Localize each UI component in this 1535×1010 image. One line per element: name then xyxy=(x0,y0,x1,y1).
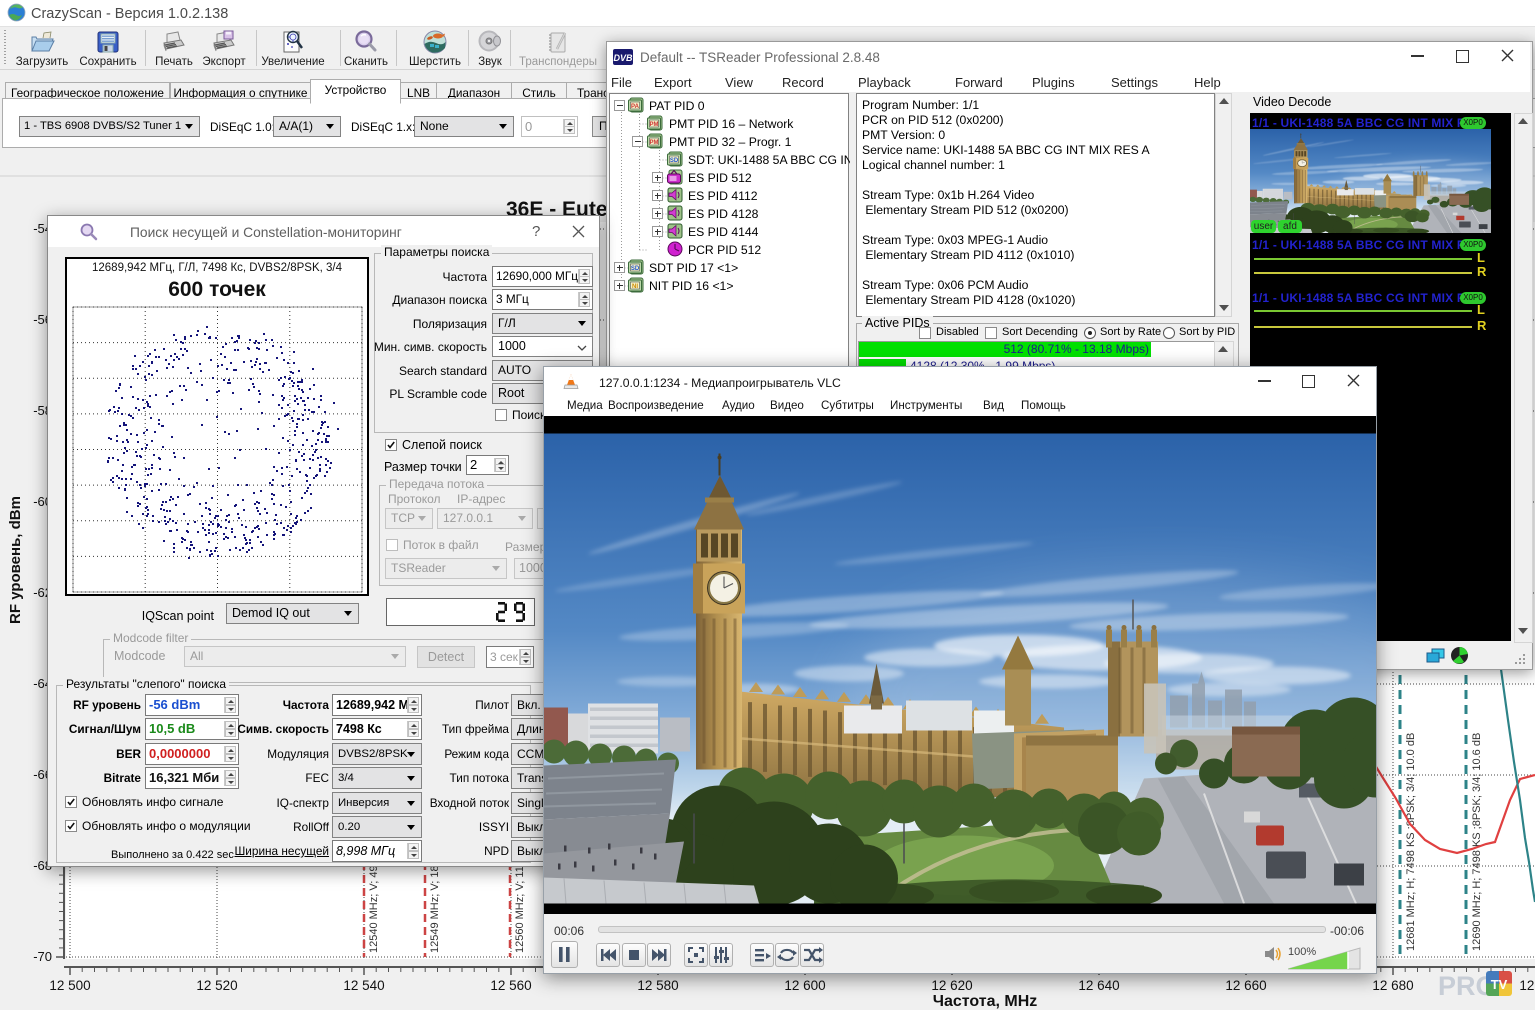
svg-text:TV: TV xyxy=(1491,977,1508,992)
svg-text:-70: -70 xyxy=(33,949,52,964)
svg-text:12 540: 12 540 xyxy=(343,978,384,993)
svg-text:12 500: 12 500 xyxy=(49,978,90,993)
svg-text:12690 MHz; H; 7498 KS ;8PSK; 3: 12690 MHz; H; 7498 KS ;8PSK; 3/4; 10.6 d… xyxy=(1471,733,1483,951)
svg-text:SD: SD xyxy=(670,158,679,164)
svg-text:12 640: 12 640 xyxy=(1078,978,1119,993)
svg-text:12681 MHz; H; 7498 KS ;8PSK; 3: 12681 MHz; H; 7498 KS ;8PSK; 3/4; 10.0 d… xyxy=(1405,733,1417,951)
svg-text:12 620: 12 620 xyxy=(931,978,972,993)
svg-text:12 680: 12 680 xyxy=(1372,978,1413,993)
svg-text:12 700: 12 700 xyxy=(1519,978,1535,993)
svg-text:12 580: 12 580 xyxy=(637,978,678,993)
svg-text:12 560: 12 560 xyxy=(490,978,531,993)
svg-text:PM: PM xyxy=(650,122,659,128)
svg-text:SD: SD xyxy=(631,266,640,272)
svg-text:NI: NI xyxy=(632,284,638,290)
svg-text:PM: PM xyxy=(650,140,659,146)
svg-text:Частота, MHz: Частота, MHz xyxy=(933,993,1038,1010)
svg-text:12 520: 12 520 xyxy=(196,978,237,993)
svg-text:DVB: DVB xyxy=(613,53,633,63)
svg-text:12 600: 12 600 xyxy=(784,978,825,993)
svg-text:12 660: 12 660 xyxy=(1225,978,1266,993)
svg-text:PA: PA xyxy=(631,104,640,110)
svg-text:RF уровень, dBm: RF уровень, dBm xyxy=(7,496,24,624)
